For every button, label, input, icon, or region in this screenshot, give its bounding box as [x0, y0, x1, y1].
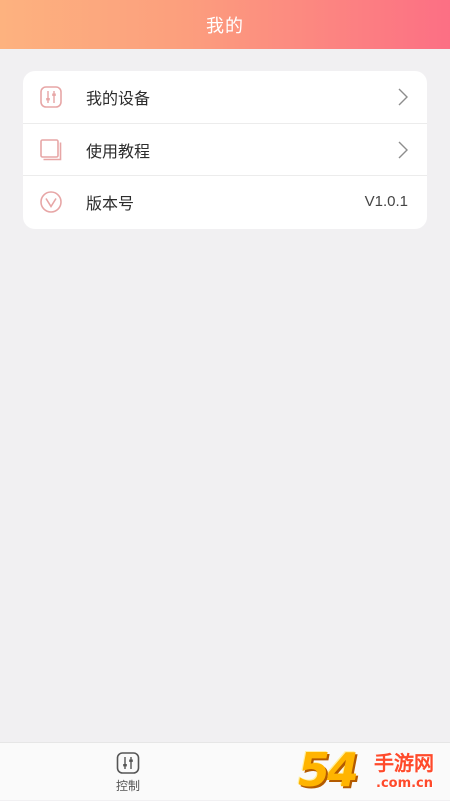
page-title: 我的: [206, 15, 244, 37]
menu-item-tutorial[interactable]: 使用教程: [23, 123, 427, 175]
tutorial-book-icon: [40, 138, 62, 160]
app-header: 我的: [0, 0, 450, 49]
chevron-right-icon: [398, 88, 408, 106]
menu-item-label: 我的设备: [86, 89, 151, 108]
version-value: V1.0.1: [364, 193, 408, 210]
menu-item-version[interactable]: 版本号 V1.0.1: [23, 175, 427, 227]
tab-label: 控制: [115, 779, 140, 793]
menu-item-label: 使用教程: [86, 141, 151, 161]
device-sliders-icon: [40, 86, 62, 108]
control-sliders-icon: [116, 752, 140, 774]
menu-item-my-devices[interactable]: 我的设备: [23, 71, 427, 123]
menu-item-label: 版本号: [86, 193, 135, 213]
bottom-tab-bar: 控制: [0, 742, 450, 800]
tab-control[interactable]: 控制: [68, 743, 188, 801]
menu-card: 我的设备 使用教程 版本号 V1.0.1: [23, 71, 427, 229]
version-v-icon: [40, 190, 62, 213]
chevron-right-icon: [398, 141, 408, 158]
